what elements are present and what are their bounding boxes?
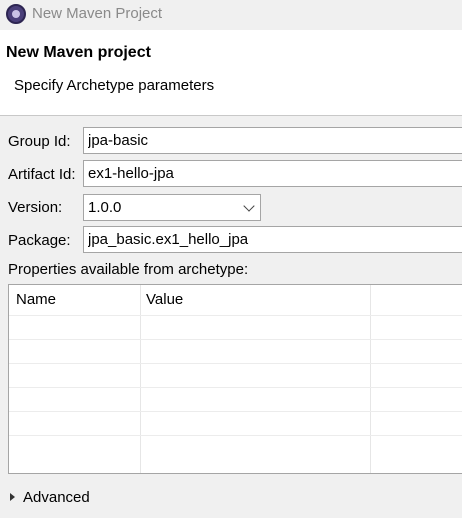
table-row	[9, 363, 462, 387]
chevron-down-icon[interactable]	[243, 200, 255, 212]
properties-label: Properties available from archetype:	[8, 261, 249, 278]
table-row	[9, 387, 462, 411]
package-field[interactable]	[83, 226, 462, 253]
table-row	[9, 411, 462, 435]
artifact-id-field[interactable]	[83, 160, 462, 187]
advanced-toggle[interactable]: Advanced	[10, 489, 90, 506]
table-row	[9, 339, 462, 363]
table-header: Name Value	[9, 285, 462, 315]
column-header-name[interactable]: Name	[16, 291, 56, 308]
title-bar: New Maven Project	[0, 0, 462, 30]
window-title: New Maven Project	[32, 5, 163, 22]
table-row	[9, 315, 462, 339]
package-label: Package:	[8, 232, 71, 249]
group-id-label: Group Id:	[8, 133, 71, 150]
version-label: Version:	[8, 199, 63, 216]
artifact-id-label: Artifact Id:	[8, 166, 76, 183]
page-subtitle: Specify Archetype parameters	[14, 77, 215, 94]
table-row	[9, 435, 462, 459]
group-id-field[interactable]	[83, 127, 462, 154]
column-header-value[interactable]: Value	[146, 291, 183, 308]
properties-table[interactable]: Name Value	[8, 284, 462, 474]
maven-app-icon	[6, 4, 26, 24]
version-value: 1.0.0	[88, 199, 122, 216]
wizard-header: New Maven project Specify Archetype para…	[0, 30, 462, 116]
page-title: New Maven project	[6, 44, 151, 61]
advanced-label: Advanced	[23, 489, 90, 506]
expand-triangle-icon[interactable]	[10, 493, 15, 501]
version-combo[interactable]: 1.0.0	[83, 194, 261, 221]
